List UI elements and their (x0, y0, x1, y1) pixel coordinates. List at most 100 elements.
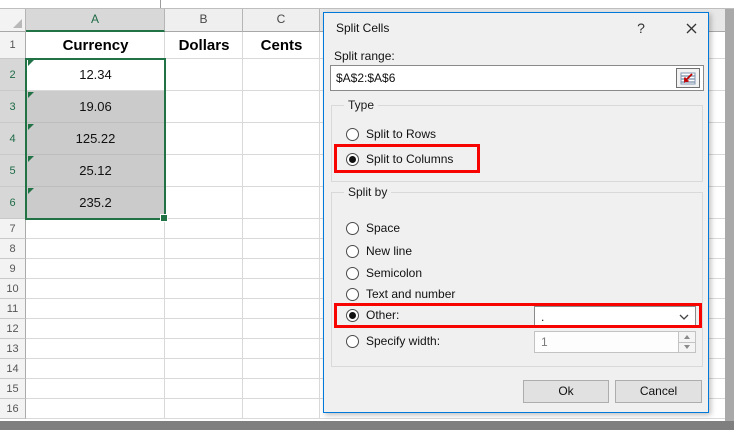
radio-other[interactable]: Other: (346, 305, 399, 325)
cell-A6[interactable]: 235.2 (27, 187, 164, 219)
radio-icon (346, 221, 359, 235)
cell[interactable] (165, 279, 243, 299)
split-range-input[interactable] (330, 65, 704, 91)
cell-A5[interactable]: 25.12 (27, 155, 164, 187)
split-cells-dialog: Split Cells ? Split range: Type Split to… (323, 12, 709, 413)
cell[interactable] (243, 399, 320, 419)
cell[interactable] (243, 299, 320, 319)
row-header-4[interactable]: 4 (0, 123, 26, 155)
cell[interactable] (165, 339, 243, 359)
row-header-12[interactable]: 12 (0, 319, 26, 339)
cell-A4[interactable]: 125.22 (27, 123, 164, 155)
cell[interactable] (165, 259, 243, 279)
radio-text-and-number[interactable]: Text and number (346, 284, 455, 304)
row-header-1[interactable]: 1 (0, 32, 26, 59)
radio-split-to-rows[interactable]: Split to Rows (346, 124, 436, 144)
cancel-button[interactable]: Cancel (615, 380, 702, 403)
cell[interactable] (26, 379, 165, 399)
row-header-13[interactable]: 13 (0, 339, 26, 359)
row-header-16[interactable]: 16 (0, 399, 26, 419)
cell[interactable] (243, 279, 320, 299)
cell[interactable] (243, 219, 320, 239)
row-header-6[interactable]: 6 (0, 187, 26, 219)
cell[interactable] (26, 259, 165, 279)
row-header-10[interactable]: 10 (0, 279, 26, 299)
cell[interactable] (26, 219, 165, 239)
radio-split-to-columns[interactable]: Split to Columns (346, 149, 453, 169)
row-header-5[interactable]: 5 (0, 155, 26, 187)
cell[interactable] (243, 123, 320, 155)
row-header-2[interactable]: 2 (0, 59, 26, 91)
radio-icon (346, 287, 359, 301)
cell[interactable] (165, 379, 243, 399)
cell[interactable] (26, 279, 165, 299)
cell[interactable] (165, 187, 243, 219)
cell[interactable] (243, 91, 320, 123)
width-spinner[interactable]: 1 (534, 331, 696, 353)
help-button[interactable]: ? (630, 19, 652, 37)
cell-A1[interactable]: Currency (26, 32, 165, 59)
cell[interactable] (165, 155, 243, 187)
close-button[interactable] (678, 18, 704, 38)
column-header-c[interactable]: C (243, 9, 320, 32)
radio-semicolon[interactable]: Semicolon (346, 263, 422, 283)
row-header-8[interactable]: 8 (0, 239, 26, 259)
range-picker-button[interactable] (676, 68, 700, 88)
radio-label: Text and number (366, 287, 456, 301)
row-header-7[interactable]: 7 (0, 219, 26, 239)
name-box-divider (160, 0, 161, 8)
cell[interactable] (26, 339, 165, 359)
cell-value: 12.34 (79, 67, 112, 82)
radio-specify-width[interactable]: Specify width: (346, 331, 440, 351)
spinner-down-button[interactable] (679, 342, 695, 352)
cell[interactable] (26, 359, 165, 379)
cell[interactable] (165, 123, 243, 155)
cell[interactable] (26, 239, 165, 259)
cell[interactable] (243, 379, 320, 399)
row-header-3[interactable]: 3 (0, 91, 26, 123)
cell[interactable] (243, 187, 320, 219)
cell-A2[interactable]: 12.34 (27, 59, 164, 91)
cell[interactable] (165, 299, 243, 319)
cell[interactable] (165, 319, 243, 339)
cell[interactable] (26, 319, 165, 339)
cell[interactable] (243, 359, 320, 379)
cell[interactable] (243, 319, 320, 339)
cell[interactable] (243, 155, 320, 187)
cell[interactable] (26, 399, 165, 419)
cell[interactable] (243, 259, 320, 279)
ok-button[interactable]: Ok (523, 380, 609, 403)
cell-value: 235.2 (79, 195, 112, 210)
cell[interactable] (165, 91, 243, 123)
other-delimiter-value: . (541, 309, 545, 324)
cell[interactable] (165, 59, 243, 91)
row-header-15[interactable]: 15 (0, 379, 26, 399)
other-delimiter-select[interactable]: . (534, 306, 696, 327)
cell[interactable] (26, 299, 165, 319)
cell-C1[interactable]: Cents (243, 32, 320, 59)
column-header-a[interactable]: A (26, 9, 165, 32)
radio-space[interactable]: Space (346, 218, 400, 238)
cell[interactable] (243, 59, 320, 91)
cell[interactable] (165, 399, 243, 419)
cell[interactable] (165, 219, 243, 239)
split-range-label: Split range: (334, 49, 395, 63)
cell[interactable] (243, 239, 320, 259)
dialog-title: Split Cells (336, 21, 390, 35)
cell-A3[interactable]: 19.06 (27, 91, 164, 123)
cell[interactable] (165, 359, 243, 379)
cell-value: 125.22 (75, 131, 116, 146)
radio-label: Semicolon (366, 266, 423, 280)
cell[interactable] (165, 239, 243, 259)
select-all-corner[interactable] (0, 9, 26, 32)
spinner-up-button[interactable] (679, 332, 695, 343)
cell[interactable] (243, 339, 320, 359)
column-header-b[interactable]: B (165, 9, 243, 32)
row-header-9[interactable]: 9 (0, 259, 26, 279)
radio-icon (346, 266, 359, 280)
cell-B1[interactable]: Dollars (165, 32, 243, 59)
row-header-14[interactable]: 14 (0, 359, 26, 379)
radio-label: Specify width: (366, 334, 441, 348)
row-header-11[interactable]: 11 (0, 299, 26, 319)
radio-new-line[interactable]: New line (346, 241, 412, 261)
